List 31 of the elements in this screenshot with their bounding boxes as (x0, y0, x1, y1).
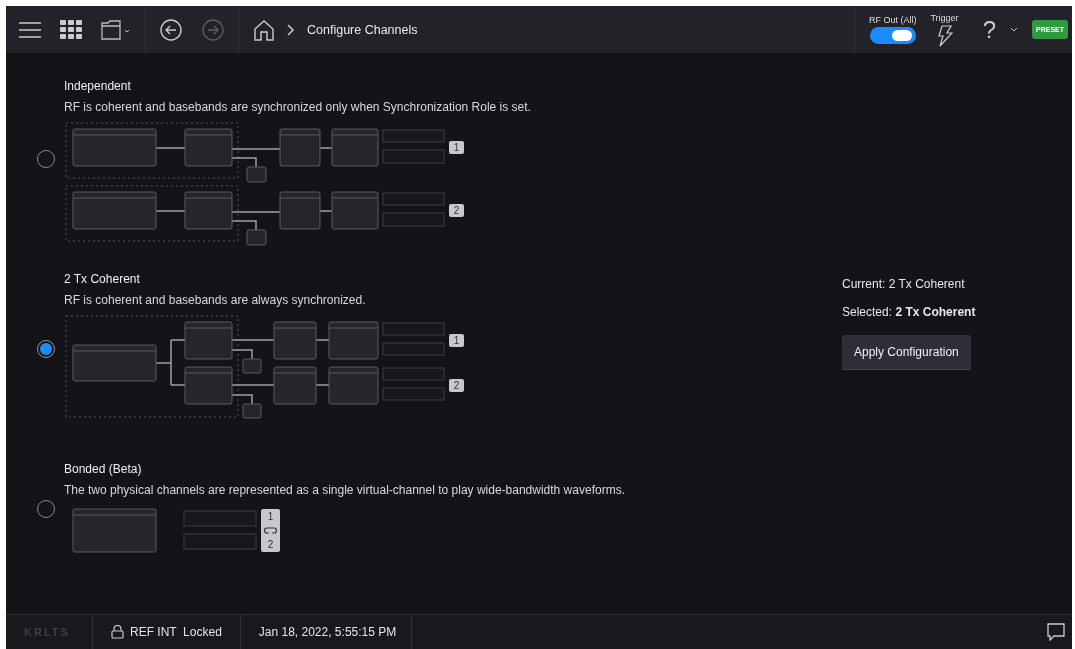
folder-icon[interactable] (101, 19, 131, 40)
channel-badge: 1 (449, 141, 464, 154)
breadcrumb-title: Configure Channels (307, 22, 418, 37)
lightning-icon[interactable] (936, 24, 953, 47)
option-description: RF is coherent and basebands are synchronized only when Synchronization Role is set. (63, 100, 532, 115)
app-grid-icon[interactable] (60, 19, 82, 40)
trigger-label: Trigger (930, 12, 959, 23)
option-description: The two physical channels are represented as a single virtual-channel to play wide-bandwidth waveforms. (63, 483, 626, 498)
back-icon[interactable] (160, 18, 182, 41)
rf-out-label: RF Out (All) (868, 15, 917, 25)
option-title: Independent (63, 79, 132, 94)
apply-configuration-button[interactable]: Apply Configuration (842, 335, 971, 370)
option-description: RF is coherent and basebands are always synchronized. (63, 293, 367, 308)
caret-icon (1010, 26, 1018, 33)
chevron-icon (287, 23, 295, 36)
help-button[interactable]: ? (982, 15, 996, 44)
lock-icon (111, 625, 124, 639)
channel-badge: 2 (449, 379, 464, 392)
channel-badge: 2 (449, 204, 464, 217)
home-icon[interactable] (253, 18, 275, 41)
option-title: 2 Tx Coherent (63, 272, 141, 287)
date-time: Jan 18, 2022, 5:55:15 PM (258, 625, 397, 639)
current-configuration: Current: 2 Tx Coherent (842, 277, 965, 292)
reference-status: REF INT Locked (130, 625, 222, 639)
channel-badge: 1 (449, 334, 464, 347)
bonded-channel-badge: 1 2 (261, 509, 280, 552)
menu-icon[interactable] (19, 21, 41, 38)
rf-out-toggle[interactable] (869, 27, 916, 44)
chat-icon[interactable] (1047, 623, 1065, 641)
selected-configuration: Selected: 2 Tx Coherent (842, 305, 976, 320)
option-title: Bonded (Beta) (63, 462, 143, 477)
